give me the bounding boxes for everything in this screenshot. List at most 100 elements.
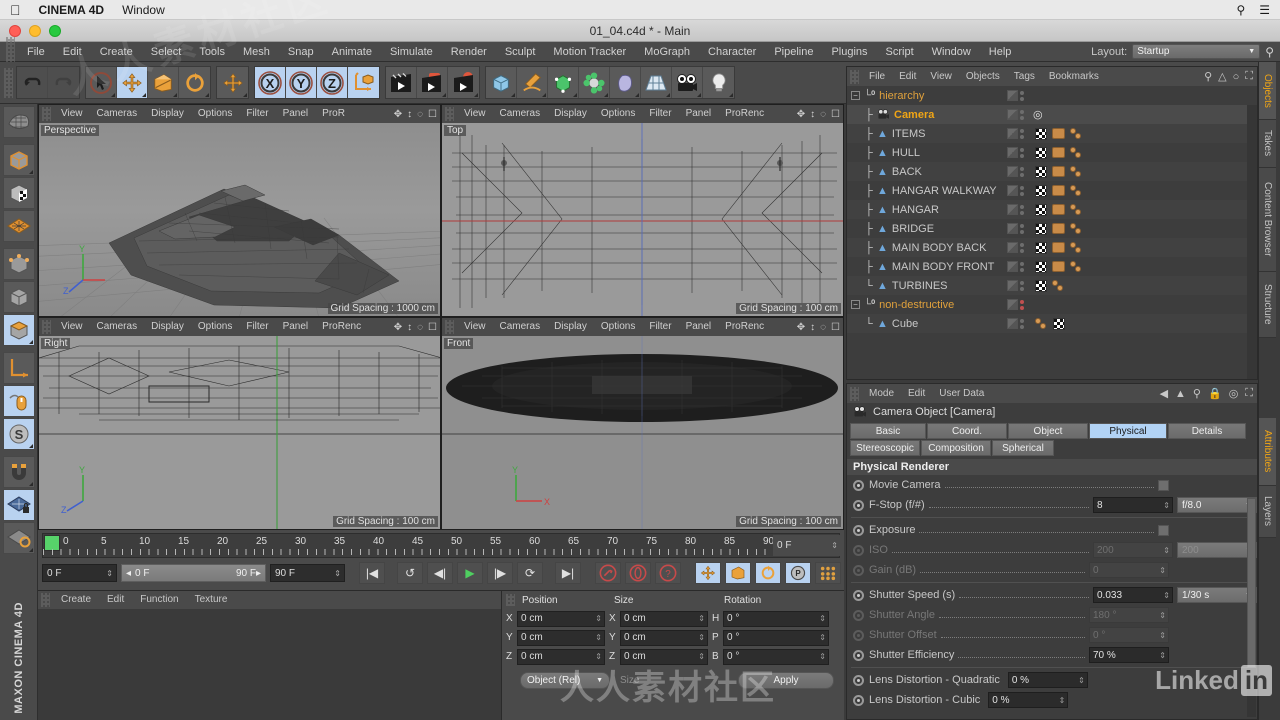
stepper-icon[interactable]: ⇕: [1163, 591, 1170, 600]
visibility-box[interactable]: [1007, 242, 1018, 253]
selection-tag-icon[interactable]: [1070, 166, 1083, 177]
workplane-rotate-button[interactable]: [2, 522, 35, 554]
attr-menu-edit[interactable]: Edit: [901, 384, 932, 403]
property-iso[interactable]: ISO 200⇕ 200▼: [847, 540, 1257, 560]
tab-physical[interactable]: Physical: [1089, 423, 1167, 439]
viewport-maximize-icon[interactable]: ☐: [428, 109, 437, 120]
selection-tag-icon[interactable]: [1070, 223, 1083, 234]
vp-menu-options[interactable]: Options: [594, 318, 642, 336]
vp-menu-options[interactable]: Options: [191, 105, 239, 123]
visibility-box[interactable]: [1007, 261, 1018, 272]
vp-menu-display[interactable]: Display: [144, 105, 191, 123]
viewport-grip-icon[interactable]: [42, 320, 51, 334]
vp-menu-view[interactable]: View: [54, 318, 90, 336]
shutter-speed-preset-select[interactable]: 1/30 s▼: [1177, 587, 1257, 603]
iso-field[interactable]: 200 ⇕: [1093, 542, 1173, 558]
menu-simulate[interactable]: Simulate: [381, 42, 442, 62]
magnet-button[interactable]: [2, 456, 35, 488]
coord-size-y-field[interactable]: 0 cm ⇕: [620, 629, 708, 646]
lens-distortion-quadratic-field[interactable]: 0 % ⇕: [1007, 672, 1088, 688]
menu-plugins[interactable]: Plugins: [822, 42, 876, 62]
vp-menu-filter[interactable]: Filter: [239, 105, 275, 123]
attr-menu-mode[interactable]: Mode: [862, 384, 901, 403]
toolbar-grip-icon[interactable]: [4, 67, 13, 98]
texture-tag-icon[interactable]: [1052, 185, 1065, 196]
property-shutter-offset[interactable]: Shutter Offset 0 ° ⇕: [847, 625, 1257, 645]
scale-tool-button[interactable]: [148, 67, 179, 98]
viewport-pan-icon[interactable]: ✥: [797, 322, 805, 333]
end-frame-field[interactable]: 90 F ⇕: [270, 564, 345, 582]
tab-basic[interactable]: Basic: [850, 423, 926, 439]
tab-objects[interactable]: Objects: [1259, 62, 1276, 120]
vp-menu-view[interactable]: View: [457, 318, 493, 336]
target-tag-icon[interactable]: ◎: [1033, 108, 1043, 121]
play-button[interactable]: ▶: [457, 562, 483, 584]
window-menu[interactable]: Window: [122, 3, 165, 17]
target-icon[interactable]: ◎: [1229, 387, 1239, 400]
go-to-end-button[interactable]: ▶|: [555, 562, 581, 584]
tab-content-browser[interactable]: Content Browser: [1259, 168, 1276, 272]
texture-tag-icon[interactable]: [1052, 128, 1065, 139]
menu-select[interactable]: Select: [142, 42, 191, 62]
step-back-button[interactable]: ◀|: [427, 562, 453, 584]
om-menu-objects[interactable]: Objects: [959, 67, 1007, 86]
search-icon[interactable]: ⚲: [1236, 3, 1245, 17]
material-menu-edit[interactable]: Edit: [99, 591, 132, 609]
visibility-box[interactable]: [1007, 185, 1018, 196]
layout-select[interactable]: Startup ▼: [1132, 44, 1261, 59]
vp-menu-prorender[interactable]: ProRenc: [315, 318, 368, 336]
add-cube-button[interactable]: [486, 67, 517, 98]
search-icon[interactable]: ⚲: [1265, 45, 1274, 59]
viewport-right[interactable]: View Cameras Display Options Filter Pane…: [38, 317, 441, 530]
property-exposure[interactable]: Exposure: [847, 520, 1257, 540]
radio-icon[interactable]: [853, 694, 864, 706]
viewport-rotate-icon[interactable]: ◌: [820, 322, 826, 333]
lock-z-button[interactable]: Z: [317, 67, 348, 98]
redo-button[interactable]: [48, 67, 79, 98]
record-active-objects-button[interactable]: [595, 562, 621, 584]
key-param-button[interactable]: P: [785, 562, 811, 584]
material-tag-icon[interactable]: [1035, 222, 1047, 235]
vp-menu-panel[interactable]: Panel: [276, 318, 316, 336]
om-menu-tags[interactable]: Tags: [1007, 67, 1042, 86]
timeline-ruler[interactable]: 0 5 10 15 20 25 30 35 40 45 50 55 60 65 …: [42, 533, 841, 558]
om-menu-bookmarks[interactable]: Bookmarks: [1042, 67, 1106, 86]
panel-grip-icon[interactable]: [850, 69, 859, 84]
menu-tools[interactable]: Tools: [190, 42, 234, 62]
radio-icon[interactable]: [853, 674, 864, 686]
radio-icon[interactable]: [853, 544, 864, 556]
viewport-grip-icon[interactable]: [445, 107, 454, 121]
om-menu-view[interactable]: View: [923, 67, 959, 86]
expand-icon[interactable]: ⛶: [1245, 387, 1253, 400]
visibility-box[interactable]: [1007, 128, 1018, 139]
vp-menu-cameras[interactable]: Cameras: [90, 318, 145, 336]
add-deformer-button[interactable]: [610, 67, 641, 98]
menu-animate[interactable]: Animate: [323, 42, 381, 62]
tab-stereoscopic[interactable]: Stereoscopic: [850, 440, 920, 456]
menu-file[interactable]: File: [18, 42, 54, 62]
tab-attributes[interactable]: Attributes: [1259, 418, 1276, 486]
menu-help[interactable]: Help: [980, 42, 1021, 62]
radio-icon[interactable]: [853, 629, 864, 641]
viewport-top[interactable]: View Cameras Display Options Filter Pane…: [441, 104, 844, 317]
add-array-button[interactable]: [579, 67, 610, 98]
panel-grip-icon[interactable]: [506, 594, 515, 606]
material-menu-create[interactable]: Create: [53, 591, 99, 609]
material-tag-icon[interactable]: [1035, 260, 1047, 273]
key-pla-button[interactable]: [815, 562, 841, 584]
f-stop-preset-select[interactable]: f/8.0▼: [1177, 497, 1257, 513]
material-tag-icon[interactable]: [1035, 146, 1047, 159]
viewport-front-canvas[interactable]: Y X Front Grid Spacing : 100 cm: [442, 336, 843, 529]
menu-mograph[interactable]: MoGraph: [635, 42, 699, 62]
vp-menu-filter[interactable]: Filter: [239, 318, 275, 336]
vp-menu-view[interactable]: View: [457, 105, 493, 123]
selection-tag-icon[interactable]: [1070, 147, 1083, 158]
vp-menu-view[interactable]: View: [54, 105, 90, 123]
viewport-rotate-icon[interactable]: ◌: [820, 109, 826, 120]
menu-snap[interactable]: Snap: [279, 42, 323, 62]
texture-tag-icon[interactable]: [1052, 147, 1065, 158]
vp-menu-prorender[interactable]: ProR: [315, 105, 352, 123]
stepper-icon[interactable]: ⇕: [819, 652, 826, 661]
table-row[interactable]: ├ ▲ MAIN BODY FRONT: [847, 257, 1257, 276]
stepper-icon[interactable]: ⇕: [595, 633, 602, 642]
